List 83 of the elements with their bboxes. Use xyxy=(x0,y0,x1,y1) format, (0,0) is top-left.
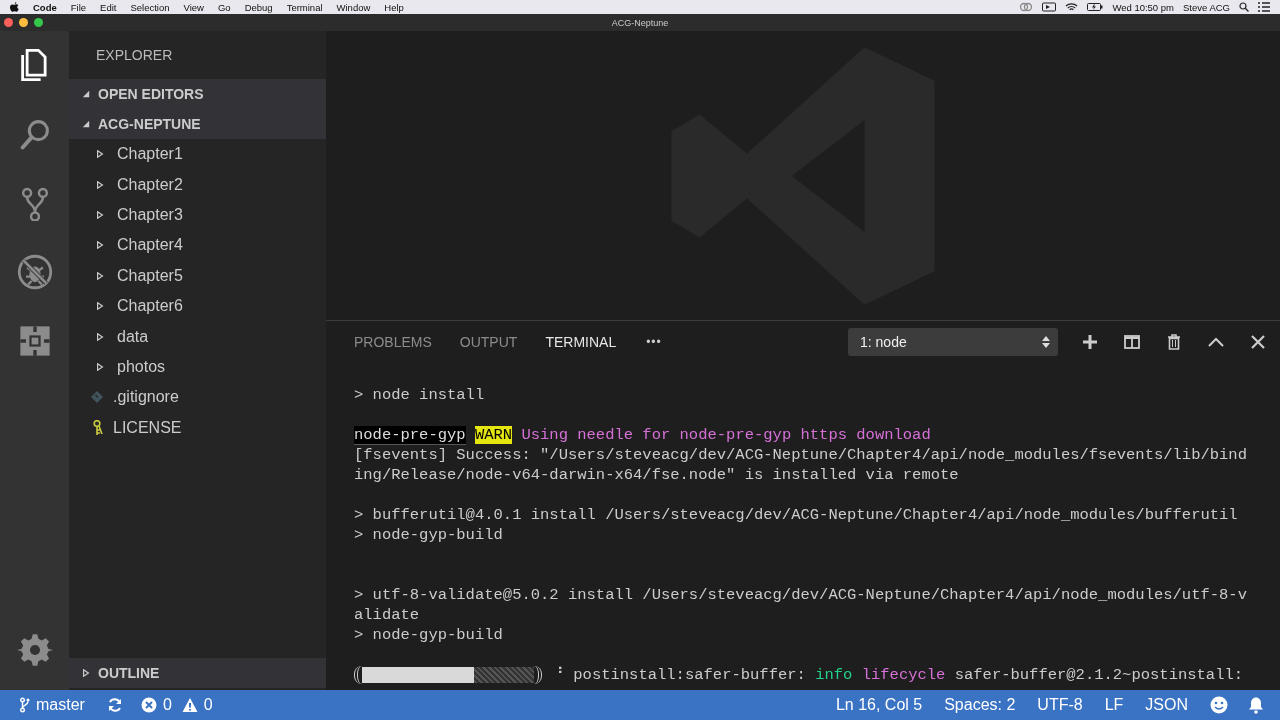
file-tree-item[interactable]: data xyxy=(69,321,326,352)
status-item[interactable]: LF xyxy=(1104,696,1124,714)
collapsed-arrow-icon[interactable] xyxy=(82,669,90,677)
app-menu[interactable]: Code xyxy=(33,1,57,13)
file-tree-item[interactable]: LICENSE xyxy=(69,412,326,443)
section-header[interactable]: OPEN EDITORS xyxy=(69,79,326,109)
sync-icon[interactable] xyxy=(106,697,123,713)
file-tree-item[interactable]: Chapter1 xyxy=(69,139,326,170)
status-item[interactable]: JSON xyxy=(1145,696,1188,714)
terminal-line: [fsevents] Success: "/Users/steveacg/dev/ACG-Neptune/Chapter4/api/node_modules/fsevents/lib/binding/Release/node-v64-darwin-x64/fse.node" is installed via remote xyxy=(354,445,1247,485)
close-button[interactable] xyxy=(4,18,13,27)
wifi-icon[interactable] xyxy=(1065,2,1079,12)
panel-tab[interactable]: OUTPUT xyxy=(459,334,518,350)
clock-text[interactable]: Wed 10:50 pm xyxy=(1112,1,1174,13)
sidebar-title: EXPLORER xyxy=(96,47,173,63)
key-icon xyxy=(93,419,103,436)
terminal-line: > bufferutil@4.0.1 install /Users/steveacg/dev/ACG-Neptune/Chapter4/api/node_modules/bufferutil xyxy=(354,505,1239,525)
collapsed-arrow-icon[interactable] xyxy=(96,271,104,280)
collapsed-arrow-icon[interactable] xyxy=(96,362,104,371)
bell-icon[interactable] xyxy=(1248,696,1264,714)
terminal-line: > node-gyp-build xyxy=(354,625,504,645)
panel-tab[interactable]: PROBLEMS xyxy=(354,334,432,350)
menu-item[interactable]: Selection xyxy=(130,1,170,13)
battery-icon[interactable] xyxy=(1087,2,1104,12)
status-item[interactable]: UTF-8 xyxy=(1037,696,1083,714)
branch-indicator[interactable]: master xyxy=(20,696,85,714)
plus-icon[interactable] xyxy=(1082,334,1098,350)
zoom-button[interactable] xyxy=(34,18,43,27)
file-tree-item[interactable]: Chapter2 xyxy=(69,169,326,200)
branch-icon xyxy=(20,697,30,713)
menu-item[interactable]: Debug xyxy=(244,1,273,13)
close-icon[interactable] xyxy=(1250,334,1266,350)
panel-tab[interactable]: TERMINAL xyxy=(545,334,617,350)
status-item[interactable]: Ln 16, Col 5 xyxy=(835,696,923,714)
collapsed-arrow-icon[interactable] xyxy=(96,150,104,159)
camera-icon[interactable] xyxy=(1042,2,1057,12)
terminal-line: > node-gyp-build xyxy=(354,525,504,545)
debug-icon[interactable] xyxy=(16,254,53,290)
problems-indicator[interactable]: 0 0 xyxy=(140,696,213,714)
collapsed-arrow-icon[interactable] xyxy=(96,210,104,219)
updown-caret-icon xyxy=(1042,336,1050,348)
terminal-line: > node install xyxy=(354,385,486,405)
file-tree-item[interactable]: Chapter4 xyxy=(69,230,326,261)
collapsed-arrow-icon[interactable] xyxy=(96,302,104,311)
more-actions[interactable]: ••• xyxy=(646,335,662,349)
section-header[interactable]: ACG-NEPTUNE xyxy=(69,109,326,139)
file-tree-item[interactable]: Chapter3 xyxy=(69,199,326,231)
expanded-arrow-icon[interactable] xyxy=(82,90,90,98)
window-title: ACG-Neptune xyxy=(611,17,669,28)
diamond-icon xyxy=(91,391,103,404)
terminal-line: > utf-8-validate@5.0.2 install /Users/steveacg/dev/ACG-Neptune/Chapter4/api/node_modules/utf-8-validate xyxy=(354,585,1247,625)
trash-icon[interactable] xyxy=(1166,334,1182,350)
menu-item[interactable]: Edit xyxy=(100,1,117,13)
search-icon[interactable] xyxy=(1239,2,1249,12)
file-tree-item[interactable]: Chapter6 xyxy=(69,290,326,322)
terminal-line: node-pre-gyp WARN Using needle for node-pre-gyp https download xyxy=(354,425,932,445)
terminal-select[interactable]: 1: node xyxy=(848,328,1058,356)
expanded-arrow-icon[interactable] xyxy=(82,120,90,128)
menu-item[interactable]: Go xyxy=(217,1,231,13)
terminal-line: ⠘ postinstall:safer-buffer: info lifecycle safer-buffer@2.1.2~postinstall: xyxy=(552,665,1244,685)
split-icon[interactable] xyxy=(1124,334,1140,350)
user-name[interactable]: Steve ACG xyxy=(1183,1,1230,13)
file-tree-item[interactable]: photos xyxy=(69,351,326,383)
error-icon xyxy=(140,697,157,713)
minimize-button[interactable] xyxy=(19,18,28,27)
collapsed-arrow-icon[interactable] xyxy=(96,180,104,189)
menu-item[interactable]: Window xyxy=(336,1,371,13)
section-header[interactable]: OUTLINE xyxy=(69,658,326,688)
warning-icon xyxy=(181,697,198,713)
cloud-icon[interactable] xyxy=(1019,2,1034,12)
file-tree-item[interactable]: Chapter5 xyxy=(69,260,326,291)
menu-item[interactable]: File xyxy=(70,1,87,13)
menu-item[interactable]: Terminal xyxy=(286,1,323,13)
list-icon[interactable] xyxy=(1258,2,1270,12)
status-item[interactable]: Spaces: 2 xyxy=(944,696,1016,714)
menu-item[interactable]: View xyxy=(183,1,204,13)
collapsed-arrow-icon[interactable] xyxy=(96,332,104,341)
file-tree-item[interactable]: .gitignore xyxy=(69,382,326,413)
menu-item[interactable]: Help xyxy=(384,1,404,13)
smiley-icon[interactable] xyxy=(1210,696,1228,714)
apple-icon[interactable] xyxy=(10,1,19,13)
settings-icon[interactable] xyxy=(16,632,53,668)
collapsed-arrow-icon[interactable] xyxy=(96,241,104,250)
